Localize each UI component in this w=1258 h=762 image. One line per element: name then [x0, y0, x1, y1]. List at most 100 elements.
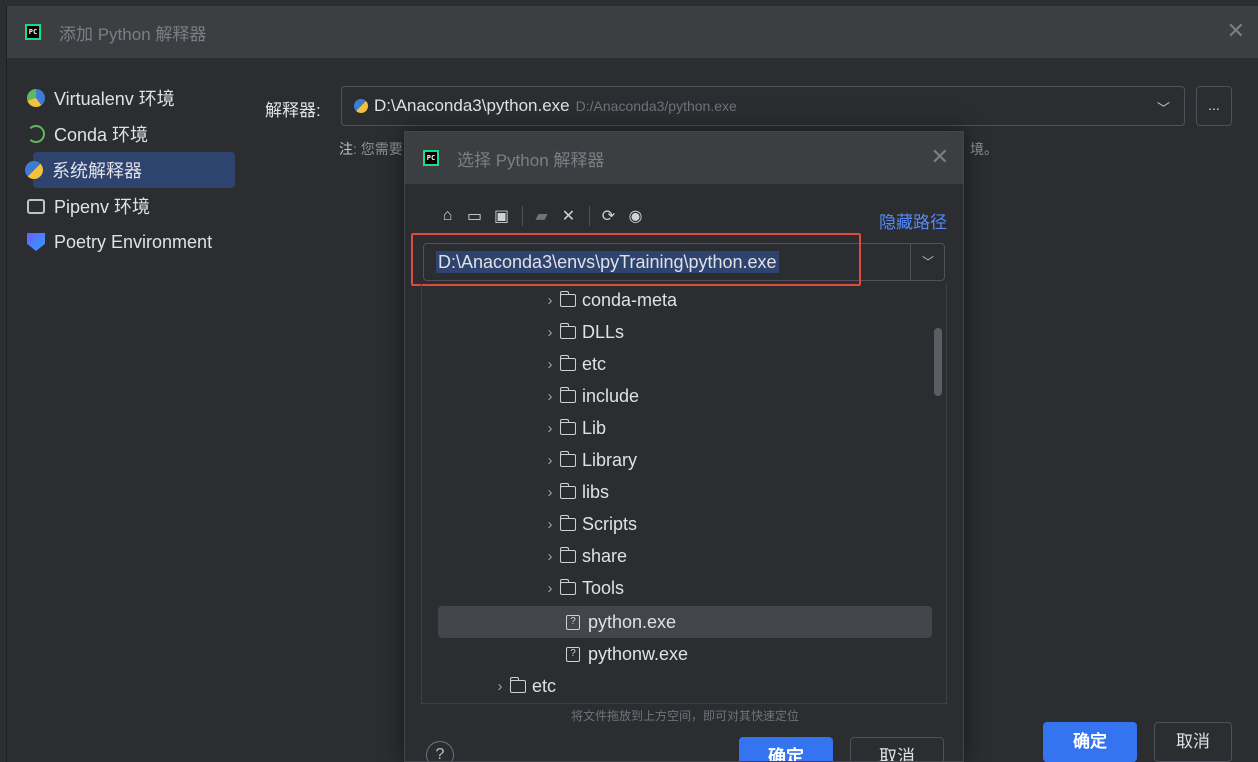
outer-title-bar: PC 添加 Python 解释器 ✕ — [7, 6, 1258, 58]
project-folder-icon[interactable]: ▣ — [489, 204, 514, 228]
folder-icon — [509, 676, 526, 693]
sidebar-item-conda[interactable]: Conda 环境 — [25, 116, 235, 152]
file-tree[interactable]: › conda-meta › DLLs › etc › include › Lib › Li… — [421, 284, 947, 704]
pycharm-logo-icon: PC — [423, 150, 439, 166]
sidebar-item-pipenv[interactable]: Pipenv 环境 — [25, 188, 235, 224]
tree-row[interactable]: › libs — [540, 476, 946, 508]
tree-row[interactable]: › DLLs — [540, 316, 946, 348]
tree-item-label: libs — [582, 481, 610, 502]
sidebar-item-poetry[interactable]: Poetry Environment — [25, 224, 235, 260]
home-icon[interactable]: ⌂ — [435, 204, 460, 228]
folder-icon — [559, 482, 576, 499]
sidebar-item-label: Conda 环境 — [54, 125, 149, 145]
chevron-down-icon[interactable]: ﹀ — [1157, 98, 1170, 117]
pycharm-logo-icon: PC — [25, 24, 41, 40]
interpreter-value: D:\Anaconda3\python.exe — [374, 96, 570, 115]
path-divider — [910, 244, 911, 280]
tree-row[interactable]: › etc — [490, 670, 946, 702]
conda-icon — [27, 125, 45, 143]
tree-row[interactable]: › conda-meta — [540, 284, 946, 316]
folder-icon — [559, 290, 576, 307]
tree-scrollbar[interactable] — [934, 328, 942, 396]
tree-item-label: pythonw.exe — [588, 643, 689, 664]
folder-icon — [559, 514, 576, 531]
folder-icon — [559, 418, 576, 435]
tree-row-selected[interactable]: ? python.exe — [438, 606, 932, 638]
inner-ok-button[interactable]: 确定 — [739, 737, 833, 761]
chevron-right-icon[interactable]: › — [540, 484, 560, 501]
tree-item-label: Tools — [582, 577, 625, 598]
tree-row[interactable]: › share — [540, 540, 946, 572]
outer-dialog-title: 添加 Python 解释器 — [59, 24, 207, 44]
tree-item-label: Lib — [582, 417, 607, 438]
delete-icon[interactable]: ✕ — [556, 204, 581, 228]
folder-icon — [559, 546, 576, 563]
help-button[interactable]: ? — [426, 741, 454, 761]
tree-row[interactable]: › include — [540, 380, 946, 412]
tree-item-label: python.exe — [588, 611, 677, 632]
chevron-right-icon[interactable]: › — [540, 452, 560, 469]
virtualenv-icon — [27, 89, 45, 107]
sidebar-item-virtualenv[interactable]: Virtualenv 环境 — [25, 80, 235, 116]
inner-title-bar: PC 选择 Python 解释器 ✕ — [405, 132, 963, 184]
tree-item-label: DLLs — [582, 321, 625, 342]
interpreter-type-sidebar: Virtualenv 环境 Conda 环境 系统解释器 Pipenv 环境 P… — [25, 80, 235, 260]
sidebar-item-label: Virtualenv 环境 — [54, 89, 175, 109]
toolbar-divider — [522, 206, 523, 226]
tree-item-label: Scripts — [582, 513, 638, 534]
hide-path-link[interactable]: 隐藏路径 — [879, 208, 947, 233]
sidebar-item-label: Pipenv 环境 — [54, 197, 151, 217]
inner-dialog-title: 选择 Python 解释器 — [457, 150, 605, 170]
new-folder-icon[interactable]: ▰ — [529, 204, 554, 228]
note-body: : 您需要 — [353, 141, 403, 157]
tree-row[interactable]: › Scripts — [540, 508, 946, 540]
unknown-file-icon: ? — [566, 614, 580, 630]
tree-item-label: Library — [582, 449, 638, 470]
poetry-icon — [27, 233, 45, 251]
tree-row[interactable]: ? pythonw.exe — [566, 638, 946, 670]
drop-hint: 将文件拖放到上方空间，即可对其快速定位 — [570, 709, 799, 723]
chevron-right-icon[interactable]: › — [540, 292, 560, 309]
sidebar-item-system-interpreter[interactable]: 系统解释器 — [25, 152, 235, 188]
tree-item-label: include — [582, 385, 640, 406]
folder-icon — [559, 450, 576, 467]
chevron-right-icon[interactable]: › — [540, 356, 560, 373]
file-chooser-toolbar: ⌂ ▭ ▣ ▰ ✕ ⟳ ◉ — [435, 204, 650, 228]
inner-close-icon[interactable]: ✕ — [931, 146, 949, 168]
browse-interpreter-button[interactable]: ... — [1196, 86, 1232, 126]
toolbar-divider — [589, 206, 590, 226]
tree-row[interactable]: › Tools — [540, 572, 946, 604]
folder-icon — [559, 322, 576, 339]
chevron-right-icon[interactable]: › — [540, 388, 560, 405]
refresh-icon[interactable]: ⟳ — [596, 204, 621, 228]
pipenv-icon — [27, 198, 45, 214]
chevron-right-icon[interactable]: › — [540, 324, 560, 341]
folder-icon — [559, 354, 576, 371]
note-tail: 境。 — [970, 141, 998, 157]
chevron-right-icon[interactable]: › — [540, 548, 560, 565]
chevron-down-icon[interactable]: ﹀ — [922, 253, 934, 270]
chevron-right-icon[interactable]: › — [490, 678, 510, 695]
show-hidden-icon[interactable]: ◉ — [623, 204, 648, 228]
note-prefix: 注 — [339, 141, 353, 157]
tree-row[interactable]: › Library — [540, 444, 946, 476]
inner-cancel-button[interactable]: 取消 — [850, 737, 944, 761]
outer-cancel-button[interactable]: 取消 — [1154, 722, 1232, 762]
outer-ok-button[interactable]: 确定 — [1043, 722, 1137, 762]
tree-row[interactable]: › Lib — [540, 412, 946, 444]
tree-item-label: etc — [582, 353, 607, 374]
interpreter-select[interactable]: D:\Anaconda3\python.exe D:/Anaconda3/pyt… — [341, 86, 1185, 126]
desktop-icon[interactable]: ▭ — [462, 204, 487, 228]
folder-icon — [559, 386, 576, 403]
folder-icon — [559, 578, 576, 595]
chevron-right-icon[interactable]: › — [540, 516, 560, 533]
tree-row[interactable]: › etc — [540, 348, 946, 380]
chevron-right-icon[interactable]: › — [540, 420, 560, 437]
chevron-right-icon[interactable]: › — [540, 580, 560, 597]
python-icon — [25, 161, 43, 179]
tree-item-label: conda-meta — [582, 289, 678, 310]
tree-item-label: share — [582, 545, 628, 566]
outer-close-icon[interactable]: ✕ — [1227, 20, 1245, 42]
python-icon — [354, 99, 368, 113]
interpreter-path: D:/Anaconda3/python.exe — [575, 98, 737, 114]
